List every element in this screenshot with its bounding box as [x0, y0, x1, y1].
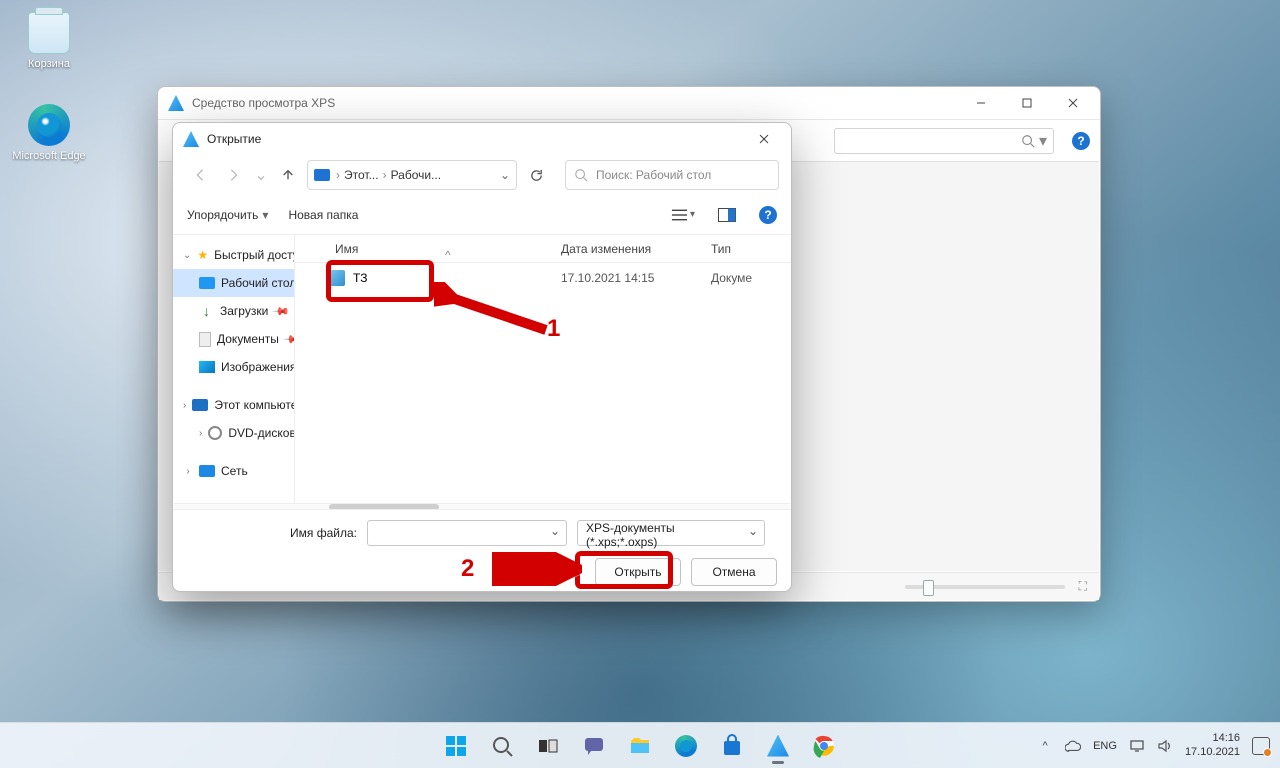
cancel-button[interactable]: Отмена [691, 558, 777, 586]
back-button[interactable] [185, 160, 215, 190]
annotation-arrow-1 [434, 282, 554, 347]
breadcrumb-part: Этот... [344, 168, 379, 182]
help-icon[interactable]: ? [759, 206, 777, 224]
start-button[interactable] [436, 726, 476, 766]
file-date: 17.10.2021 14:15 [561, 271, 711, 285]
taskbar-store[interactable] [712, 726, 752, 766]
column-headers[interactable]: Имя ^ Дата изменения Тип [295, 235, 791, 263]
nav-pictures[interactable]: Изображения📌 [173, 353, 294, 381]
xps-app-icon [168, 95, 184, 111]
recycle-bin-icon [28, 12, 70, 54]
download-icon: ↓ [199, 303, 214, 319]
tray-clock[interactable]: 14:16 17.10.2021 [1185, 732, 1240, 760]
pin-icon: 📌 [282, 330, 295, 349]
sort-asc-icon: ^ [445, 248, 451, 262]
col-date[interactable]: Дата изменения [561, 242, 711, 256]
annotation-number-1: 1 [547, 315, 560, 343]
dialog-footer: Имя файла: XPS-документы (*.xps;*.oxps) … [173, 509, 791, 600]
refresh-button[interactable] [521, 160, 551, 190]
nav-desktop[interactable]: Рабочий стол📌 [173, 269, 294, 297]
zoom-slider[interactable] [905, 585, 1065, 589]
toolbar: Упорядочить▾ Новая папка ▾ ? [173, 195, 791, 235]
annotation-box-1 [326, 260, 434, 302]
volume-icon[interactable] [1157, 738, 1173, 754]
titlebar[interactable]: Средство просмотра XPS [158, 87, 1100, 119]
xps-app-icon [183, 131, 199, 147]
breadcrumb[interactable]: › Этот... › Рабочи... ⌄ [307, 160, 517, 190]
nav-this-pc[interactable]: › Этот компьютер [173, 391, 294, 419]
network-icon[interactable] [1129, 738, 1145, 754]
navigation-row: ⌄ › Этот... › Рабочи... ⌄ Поиск: Рабочий… [173, 155, 791, 195]
taskbar-edge[interactable] [666, 726, 706, 766]
desktop-icon-label: Microsoft Edge [12, 150, 86, 162]
nav-quick-access[interactable]: ⌄★ Быстрый доступ [173, 241, 294, 269]
navigation-pane[interactable]: ⌄★ Быстрый доступ Рабочий стол📌 ↓ Загруз… [173, 235, 295, 503]
desktop-icon-recycle-bin[interactable]: Корзина [12, 12, 86, 70]
new-folder-button[interactable]: Новая папка [288, 208, 358, 222]
taskbar[interactable]: ^ ENG 14:16 17.10.2021 [0, 722, 1280, 768]
preview-pane-button[interactable] [715, 203, 739, 227]
taskbar-search[interactable] [482, 726, 522, 766]
dialog-title: Открытие [207, 132, 741, 146]
col-type[interactable]: Тип [711, 242, 791, 256]
taskbar-explorer[interactable] [620, 726, 660, 766]
onedrive-icon[interactable] [1065, 738, 1081, 754]
search-placeholder: Поиск: Рабочий стол [596, 168, 711, 182]
organize-button[interactable]: Упорядочить▾ [187, 208, 268, 222]
desktop-icon-edge[interactable]: Microsoft Edge [12, 104, 86, 162]
maximize-button[interactable] [1004, 87, 1050, 119]
taskbar-xps-viewer[interactable] [758, 726, 798, 766]
window-title: Средство просмотра XPS [192, 96, 958, 110]
up-button[interactable] [273, 160, 303, 190]
search-input[interactable]: Поиск: Рабочий стол [565, 160, 779, 190]
xps-search-box[interactable]: ▾ [834, 128, 1054, 154]
file-type: Докуме [711, 271, 791, 285]
taskbar-chat[interactable] [574, 726, 614, 766]
col-name[interactable]: Имя ^ [315, 242, 561, 256]
open-file-dialog[interactable]: Открытие ⌄ › Этот... › Рабочи... ⌄ [172, 122, 792, 592]
view-mode-button[interactable]: ▾ [671, 203, 695, 227]
close-button[interactable] [741, 123, 787, 155]
tray-language[interactable]: ENG [1093, 740, 1117, 752]
help-icon[interactable]: ? [1072, 132, 1090, 150]
star-icon: ★ [197, 247, 208, 263]
system-tray[interactable]: ^ ENG 14:16 17.10.2021 [1037, 732, 1270, 760]
forward-button[interactable] [219, 160, 249, 190]
annotation-number-2: 2 [461, 555, 474, 583]
tray-chevron-up-icon[interactable]: ^ [1037, 738, 1053, 754]
nav-downloads[interactable]: ↓ Загрузки📌 [173, 297, 294, 325]
pin-icon: 📌 [272, 302, 291, 321]
minimize-button[interactable] [958, 87, 1004, 119]
nav-documents[interactable]: Документы📌 [173, 325, 294, 353]
nav-dvd[interactable]: › DVD-дисковод (I [173, 419, 294, 447]
annotation-arrow-2 [492, 552, 582, 591]
desktop-icon-label: Корзина [12, 58, 86, 70]
edge-icon [28, 104, 70, 146]
taskbar-chrome[interactable] [804, 726, 844, 766]
nav-network[interactable]: › Сеть [173, 457, 294, 485]
notifications-icon[interactable] [1252, 737, 1270, 755]
breadcrumb-part: Рабочи... [391, 168, 442, 182]
zoom-fit-icon[interactable]: ⛶ [1079, 579, 1087, 594]
filename-label: Имя файла: [187, 526, 357, 540]
recent-dropdown[interactable]: ⌄ [253, 160, 269, 190]
this-pc-icon [314, 169, 330, 181]
annotation-box-2 [575, 551, 673, 589]
close-button[interactable] [1050, 87, 1096, 119]
filename-input[interactable] [367, 520, 567, 546]
taskbar-taskview[interactable] [528, 726, 568, 766]
file-type-filter[interactable]: XPS-документы (*.xps;*.oxps) [577, 520, 765, 546]
